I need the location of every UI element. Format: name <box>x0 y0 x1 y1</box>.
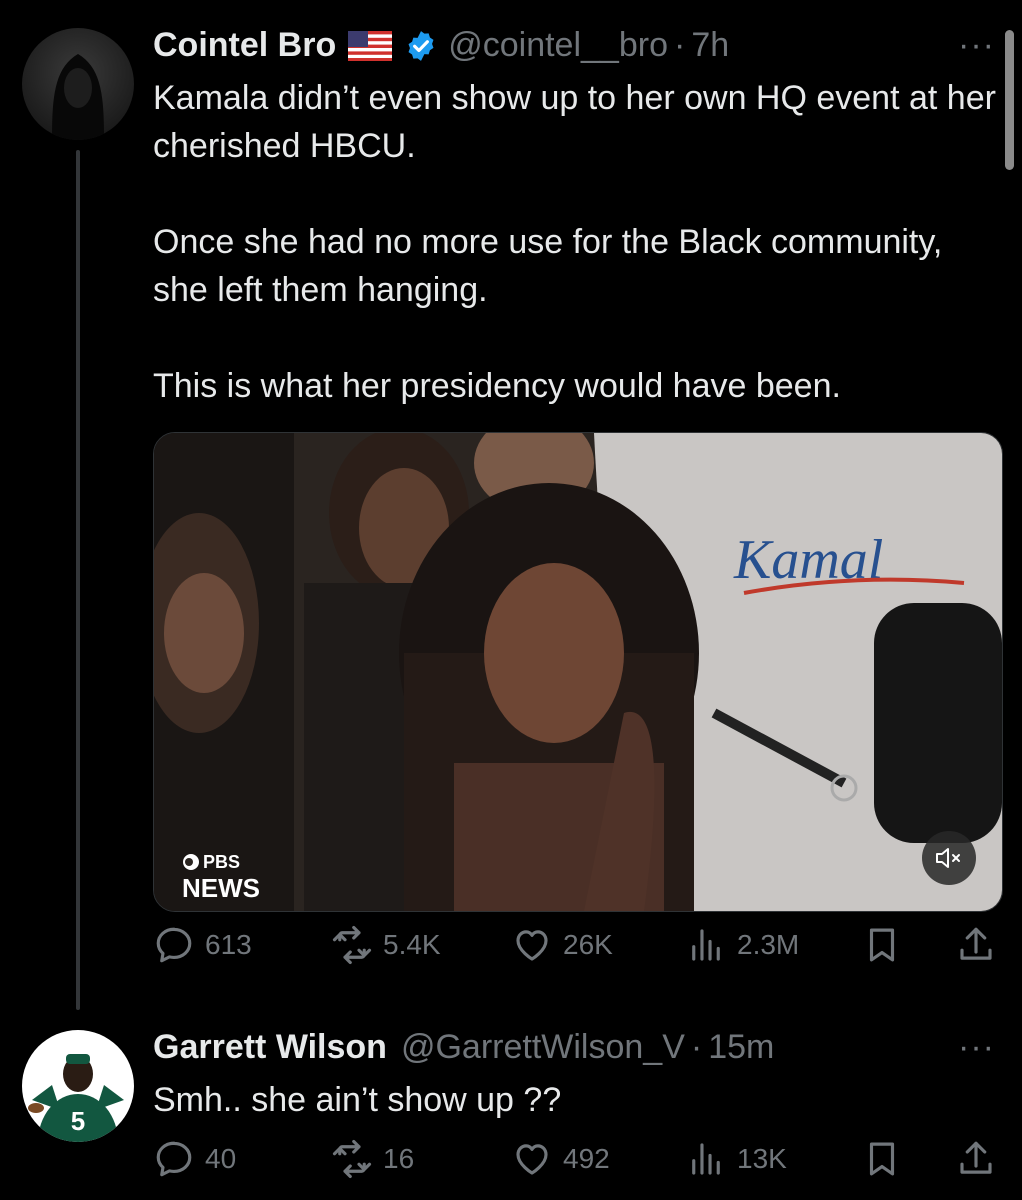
views-chart-icon <box>692 929 720 961</box>
repost-button[interactable]: 16 <box>331 1138 414 1180</box>
reply-count: 613 <box>205 929 252 960</box>
bookmark-icon <box>869 928 895 962</box>
tweet-time[interactable]: 15m <box>708 1028 774 1067</box>
video-frame: Kamal <box>154 433 1002 911</box>
reply-text: Smh.. she ain’t show up ?? <box>153 1076 1003 1124</box>
bookmark-button[interactable] <box>861 924 903 966</box>
repost-icon <box>332 1139 372 1179</box>
verified-badge-icon <box>404 29 438 63</box>
repost-icon <box>332 925 372 965</box>
bookmark-icon <box>869 1142 895 1176</box>
bookmark-button[interactable] <box>861 1138 903 1180</box>
like-count: 492 <box>563 1143 610 1174</box>
thread-line <box>76 150 80 1010</box>
author-handle[interactable]: @cointel__bro <box>448 26 668 65</box>
reply-actions: 40 16 492 13K <box>153 1138 1003 1186</box>
avatar-cointel-bro[interactable] <box>22 28 134 140</box>
views-count: 2.3M <box>737 929 800 960</box>
views-count: 13K <box>737 1143 787 1174</box>
pbs-logo-icon <box>183 854 199 870</box>
author-handle[interactable]: @GarrettWilson_V <box>401 1028 685 1067</box>
tweet-paragraph: Kamala didn’t even show up to her own HQ… <box>153 79 996 165</box>
like-button[interactable]: 492 <box>511 1138 610 1180</box>
more-options-button[interactable]: ··· <box>958 1028 995 1067</box>
reply-icon <box>156 927 192 963</box>
share-icon <box>960 927 992 960</box>
reply-header: Garrett Wilson @GarrettWilson_V · 15m <box>153 1028 774 1067</box>
watermark-news: NEWS <box>182 873 260 903</box>
separator-dot: · <box>673 26 686 64</box>
repost-count: 16 <box>383 1143 415 1174</box>
author-name[interactable]: Garrett Wilson <box>153 1028 387 1067</box>
author-name[interactable]: Cointel Bro <box>153 26 336 65</box>
views-button[interactable]: 2.3M <box>685 924 799 966</box>
views-chart-icon <box>692 1143 720 1175</box>
share-button[interactable] <box>955 1138 997 1180</box>
tweet-actions: 613 5.4K 26K 2.3M <box>153 924 1003 972</box>
heart-icon <box>516 930 548 961</box>
more-options-button[interactable]: ··· <box>958 26 995 65</box>
watermark-pbs: PBS <box>203 852 241 872</box>
tweet-text: Kamala didn’t even show up to her own HQ… <box>153 74 1003 410</box>
tweet-paragraph: Once she had no more use for the Black c… <box>153 223 943 309</box>
heart-icon <box>516 1144 548 1175</box>
tweet-paragraph: Smh.. she ain’t show up ?? <box>153 1081 562 1119</box>
reply-button[interactable]: 40 <box>153 1138 236 1180</box>
avatar-garrett-wilson[interactable]: 5 <box>22 1030 134 1142</box>
tweet-header: Cointel Bro @cointel__bro · 7h <box>153 26 729 65</box>
reply-count: 40 <box>205 1143 237 1174</box>
repost-count: 5.4K <box>383 929 441 960</box>
scrollbar[interactable] <box>1005 30 1014 170</box>
tweet-video[interactable]: Kamal PBS NEWS <box>153 432 1003 912</box>
jersey-number: 5 <box>71 1106 85 1136</box>
tweet-paragraph: This is what her presidency would have b… <box>153 367 841 405</box>
reply-button[interactable]: 613 <box>153 924 252 966</box>
us-flag-icon <box>348 30 393 61</box>
like-button[interactable]: 26K <box>511 924 613 966</box>
views-button[interactable]: 13K <box>685 1138 787 1180</box>
mute-speaker-icon <box>936 848 960 868</box>
separator-dot: · <box>690 1028 703 1066</box>
reply-icon <box>156 1141 192 1177</box>
share-button[interactable] <box>955 924 997 966</box>
mute-button[interactable] <box>922 831 976 885</box>
like-count: 26K <box>563 929 613 960</box>
pbs-news-watermark: PBS NEWS <box>182 849 260 901</box>
share-icon <box>960 1141 992 1174</box>
tweet-time[interactable]: 7h <box>691 26 729 65</box>
repost-button[interactable]: 5.4K <box>331 924 441 966</box>
